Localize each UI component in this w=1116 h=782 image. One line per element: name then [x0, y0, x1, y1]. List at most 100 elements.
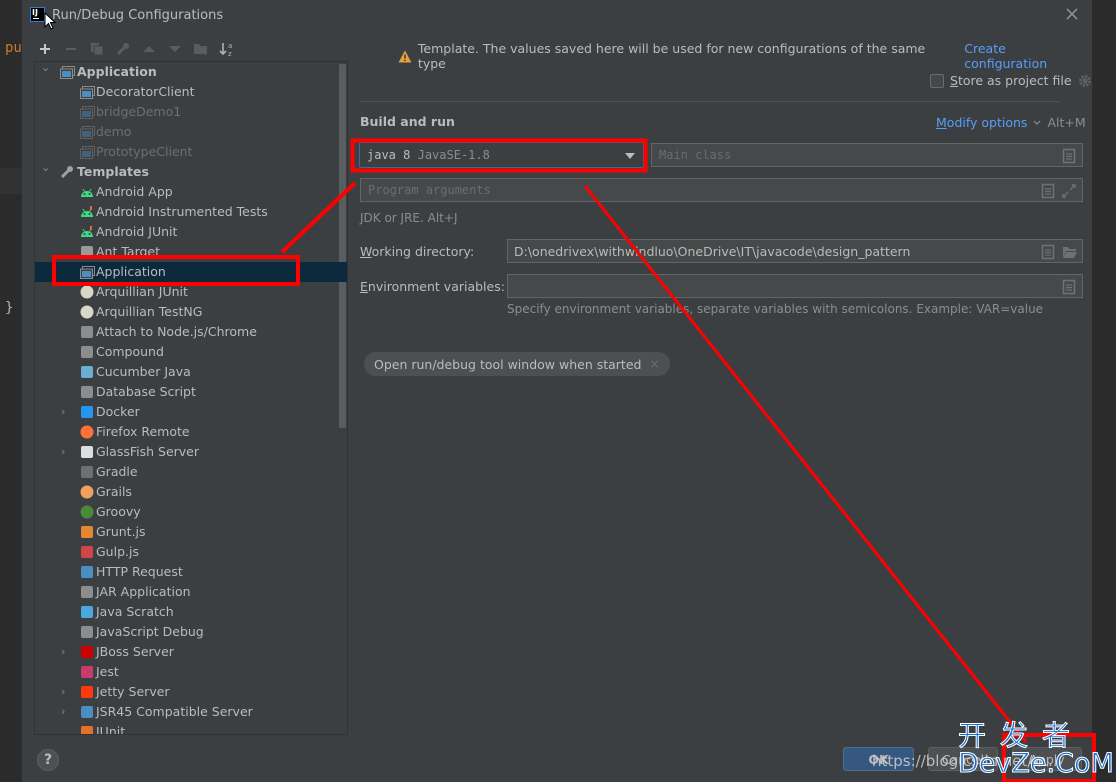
chevron-right-icon[interactable]: › — [61, 686, 71, 697]
environment-variables-field[interactable] — [507, 274, 1083, 298]
tree-item[interactable]: Android App — [35, 182, 341, 202]
tree-item[interactable]: Ant Target — [35, 242, 341, 262]
template-notice: Template. The values saved here will be … — [398, 41, 1092, 71]
tree-item[interactable]: bridgeDemo1 — [35, 102, 341, 122]
ok-button[interactable]: OK — [843, 747, 914, 771]
tree-item[interactable]: Gradle — [35, 462, 341, 482]
store-as-project-file[interactable]: Store as project file — [930, 73, 1092, 88]
document-icon[interactable] — [1041, 244, 1055, 260]
folder-add-icon — [194, 44, 207, 55]
tree-item[interactable]: › JBoss Server — [35, 642, 341, 662]
tree-item[interactable]: Java Scratch — [35, 602, 341, 622]
firefox-icon — [79, 424, 95, 440]
tree-item[interactable]: Firefox Remote — [35, 422, 341, 442]
open-tool-window-option-chip[interactable]: Open run/debug tool window when started … — [364, 352, 670, 376]
current-line-highlight — [0, 168, 22, 194]
copy-icon — [91, 43, 104, 56]
store-as-project-file-checkbox[interactable] — [930, 73, 944, 88]
tree-item-label: Jest — [96, 664, 119, 679]
chevron-right-icon[interactable]: › — [61, 406, 71, 417]
program-arguments-field[interactable]: Program arguments — [360, 178, 1083, 202]
nodejs-attach-icon — [79, 324, 95, 340]
tree-item[interactable]: Jest — [35, 662, 341, 682]
environment-variables-hint: Specify environment variables, separate … — [507, 302, 1044, 316]
modify-options-link[interactable]: Modify options — [936, 115, 1027, 130]
tree-item[interactable]: Grails — [35, 482, 341, 502]
tree-item[interactable]: › JSR45 Compatible Server — [35, 702, 341, 722]
tree-item[interactable]: Database Script — [35, 382, 341, 402]
document-icon[interactable] — [1062, 279, 1076, 295]
modify-options[interactable]: Modify options Alt+M — [936, 115, 1086, 130]
add-configuration-button[interactable] — [36, 40, 54, 58]
tree-item[interactable]: demo — [35, 122, 341, 142]
tree-item[interactable]: HTTP Request — [35, 562, 341, 582]
working-directory-field[interactable]: D:\onedrivex\withwindluo\OneDrive\IT\jav… — [507, 239, 1083, 263]
document-icon[interactable] — [1041, 183, 1055, 199]
application-config-icon — [79, 84, 95, 100]
tree-item[interactable]: ⌄ Templates — [35, 162, 341, 182]
edit-templates-button[interactable] — [114, 40, 132, 58]
tree-item-label: PrototypeClient — [96, 144, 193, 159]
tree-item[interactable]: JavaScript Debug — [35, 622, 341, 642]
jetty-icon — [79, 684, 95, 700]
document-icon[interactable] — [1062, 148, 1076, 164]
tree-item[interactable]: Arquillian TestNG — [35, 302, 341, 322]
move-up-button[interactable] — [140, 40, 158, 58]
configurations-tree[interactable]: ⌄ Application DecoratorClient bridgeDemo1 de… — [34, 61, 348, 735]
tree-item-label: JUnit — [96, 724, 126, 735]
tree-item[interactable]: › Docker — [35, 402, 341, 422]
chevron-down-icon[interactable]: ⌄ — [41, 162, 51, 173]
new-folder-button[interactable] — [192, 40, 210, 58]
tree-item[interactable]: Application — [35, 262, 347, 282]
docker-icon — [79, 404, 95, 420]
tree-item[interactable]: Attach to Node.js/Chrome — [35, 322, 341, 342]
main-class-field[interactable]: Main class — [651, 143, 1083, 167]
gear-icon[interactable] — [1078, 74, 1092, 88]
gradle-icon — [79, 464, 95, 480]
chevron-right-icon[interactable]: › — [61, 706, 71, 717]
chevron-down-icon[interactable]: ⌄ — [41, 62, 51, 73]
chip-label: Open run/debug tool window when started — [374, 356, 642, 372]
sort-configurations-button[interactable]: az — [218, 40, 236, 58]
dialog-titlebar[interactable]: IJ Run/Debug Configurations — [22, 0, 1092, 30]
chevron-right-icon[interactable]: › — [61, 446, 71, 457]
jdk-select[interactable]: java 8 JavaSE-1.8 — [359, 142, 644, 168]
tree-item[interactable]: Android Instrumented Tests — [35, 202, 341, 222]
remove-option-icon[interactable]: × — [649, 357, 659, 371]
separator — [360, 101, 1060, 102]
copy-configuration-button[interactable] — [88, 40, 106, 58]
main-class-placeholder: Main class — [659, 148, 732, 162]
tree-item-label: JBoss Server — [96, 644, 174, 659]
tree-item[interactable]: DecoratorClient — [35, 82, 341, 102]
tree-item[interactable]: ⌄ Application — [35, 62, 341, 82]
chevron-right-icon[interactable]: › — [61, 646, 71, 657]
close-icon[interactable] — [1064, 6, 1080, 22]
help-button[interactable]: ? — [37, 749, 59, 771]
cancel-button[interactable]: Cancel — [928, 747, 998, 771]
mouse-cursor-icon — [44, 12, 56, 30]
tree-item[interactable]: Android JUnit — [35, 222, 341, 242]
tree-item[interactable]: Grunt.js — [35, 522, 341, 542]
tree-item[interactable]: Arquillian JUnit — [35, 282, 341, 302]
tree-item[interactable]: PrototypeClient — [35, 142, 341, 162]
tree-item[interactable]: Gulp.js — [35, 542, 341, 562]
expand-icon[interactable] — [1062, 183, 1076, 199]
create-configuration-link[interactable]: Create configuration — [964, 41, 1092, 71]
tree-item[interactable]: Groovy — [35, 502, 341, 522]
mnemonic: W — [360, 244, 372, 259]
tree-item[interactable]: Compound — [35, 342, 341, 362]
label-rest: nvironment variables: — [367, 279, 505, 294]
move-down-button[interactable] — [166, 40, 184, 58]
tree-item[interactable]: Cucumber Java — [35, 362, 341, 382]
tree-item[interactable]: › Jetty Server — [35, 682, 341, 702]
tree-item[interactable]: › GlassFish Server — [35, 442, 341, 462]
folder-open-icon[interactable] — [1062, 244, 1078, 260]
dropdown-arrow-icon — [625, 153, 635, 159]
arquillian-icon — [79, 304, 95, 320]
tree-item-label: JavaScript Debug — [96, 624, 204, 639]
remove-configuration-button[interactable] — [62, 40, 80, 58]
template-notice-text: Template. The values saved here will be … — [417, 41, 926, 71]
apply-button[interactable]: Apply — [1012, 747, 1082, 771]
tree-item[interactable]: JAR Application — [35, 582, 341, 602]
tree-item[interactable]: JUnit — [35, 722, 341, 735]
